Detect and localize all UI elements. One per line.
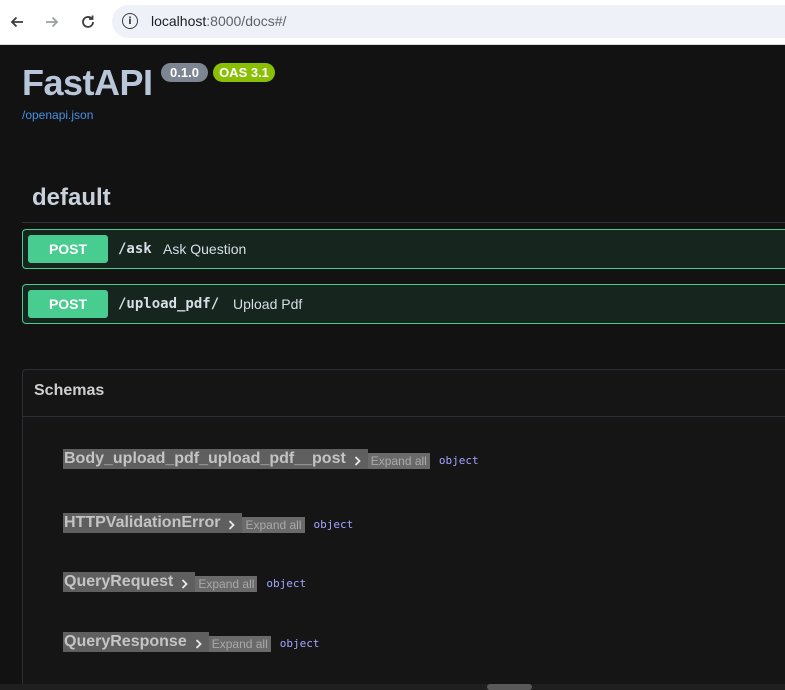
schemas-section: Schemas Body_upload_pdf_upload_pdf__post… bbox=[22, 369, 785, 690]
expand-all-button[interactable]: Expand all bbox=[242, 517, 305, 533]
method-badge: POST bbox=[28, 290, 108, 318]
schemas-divider bbox=[23, 416, 785, 417]
url-path: :8000/docs#/ bbox=[206, 13, 287, 29]
operation-path: /upload_pdf/ bbox=[118, 296, 220, 312]
reload-icon[interactable] bbox=[77, 11, 99, 33]
expand-all-button[interactable]: Expand all bbox=[195, 576, 258, 592]
api-title: FastAPI bbox=[22, 62, 153, 103]
chevron-right-icon[interactable] bbox=[222, 513, 243, 533]
model-name[interactable]: HTTPValidationError bbox=[63, 513, 223, 533]
chevron-right-icon[interactable] bbox=[175, 572, 196, 592]
model-type: object bbox=[438, 454, 479, 467]
operation-summary: Ask Question bbox=[163, 241, 247, 257]
operation-path: /ask bbox=[118, 241, 152, 257]
model-name[interactable]: QueryRequest bbox=[63, 572, 176, 592]
chevron-right-icon[interactable] bbox=[188, 632, 209, 652]
browser-toolbar: i localhost:8000/docs#/ bbox=[0, 0, 785, 45]
oas-badge: OAS 3.1 bbox=[213, 63, 275, 82]
operation-post-upload-pdf[interactable]: POST /upload_pdf/ Upload Pdf bbox=[22, 284, 785, 324]
expand-all-button[interactable]: Expand all bbox=[208, 636, 271, 652]
schemas-title[interactable]: Schemas bbox=[34, 382, 104, 400]
tag-heading-default[interactable]: default bbox=[32, 184, 111, 212]
url-text[interactable]: localhost:8000/docs#/ bbox=[151, 13, 286, 29]
url-host: localhost bbox=[151, 13, 207, 29]
forward-arrow-icon[interactable] bbox=[41, 11, 63, 33]
operation-post-ask[interactable]: POST /ask Ask Question bbox=[22, 229, 785, 269]
chevron-right-icon[interactable] bbox=[347, 449, 368, 469]
model-body-upload-pdf[interactable]: Body_upload_pdf_upload_pdf__post Expand … bbox=[63, 449, 479, 469]
model-type: object bbox=[313, 518, 354, 531]
tag-divider bbox=[22, 222, 785, 223]
horizontal-scrollbar[interactable] bbox=[0, 684, 785, 690]
model-query-request[interactable]: QueryRequest Expand all object bbox=[63, 572, 306, 592]
back-arrow-icon[interactable] bbox=[6, 11, 28, 33]
model-type: object bbox=[266, 577, 307, 590]
model-type: object bbox=[279, 637, 320, 650]
scrollbar-thumb[interactable] bbox=[487, 684, 532, 690]
model-name[interactable]: QueryResponse bbox=[63, 632, 189, 652]
address-bar[interactable]: i localhost:8000/docs#/ bbox=[112, 5, 785, 38]
model-http-validation-error[interactable]: HTTPValidationError Expand all object bbox=[63, 513, 353, 533]
expand-all-button[interactable]: Expand all bbox=[367, 453, 430, 469]
openapi-json-link[interactable]: /openapi.json bbox=[22, 108, 93, 122]
site-info-icon[interactable]: i bbox=[122, 13, 138, 29]
version-badge: 0.1.0 bbox=[161, 63, 208, 82]
model-query-response[interactable]: QueryResponse Expand all object bbox=[63, 632, 320, 652]
method-badge: POST bbox=[28, 235, 108, 263]
operation-summary: Upload Pdf bbox=[233, 296, 303, 312]
model-name[interactable]: Body_upload_pdf_upload_pdf__post bbox=[63, 449, 348, 469]
